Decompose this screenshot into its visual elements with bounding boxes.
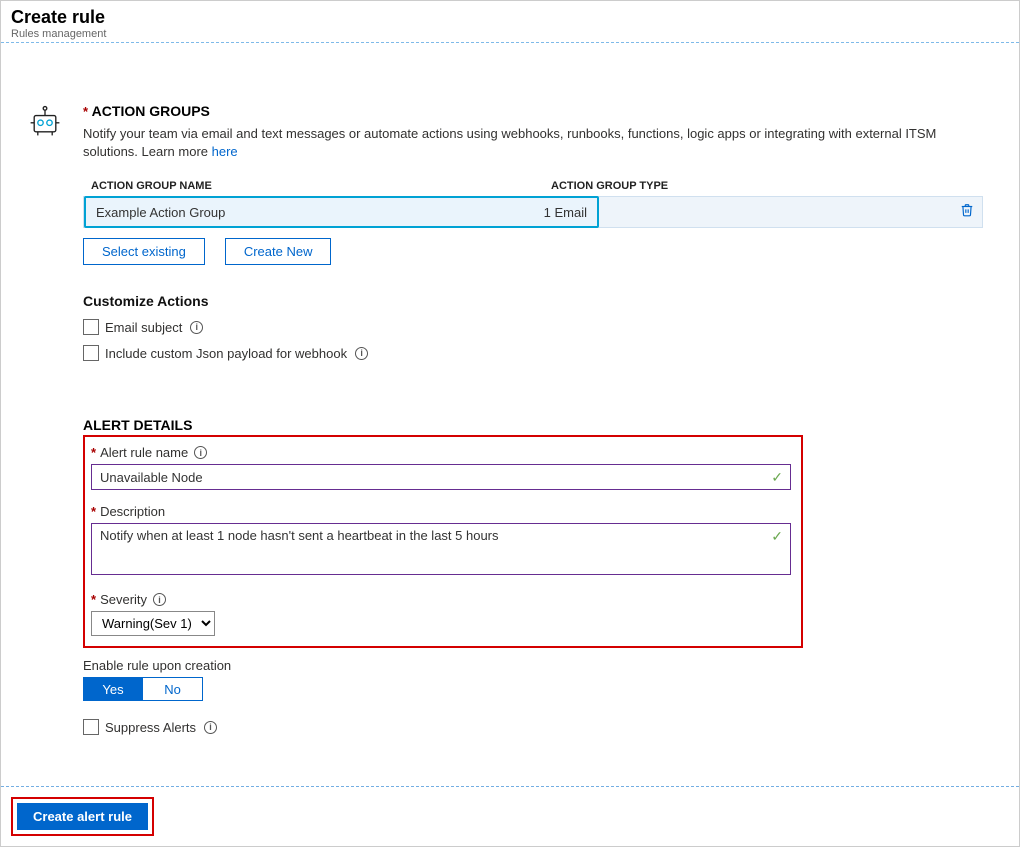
severity-label: Severity <box>100 592 147 607</box>
json-payload-checkbox[interactable] <box>83 345 99 361</box>
action-group-row[interactable]: Example Action Group 1 Email <box>83 196 983 228</box>
alert-rule-name-input[interactable] <box>91 464 791 490</box>
learn-more-link[interactable]: here <box>212 144 238 159</box>
action-groups-section: * ACTION GROUPS Notify your team via ema… <box>83 103 999 361</box>
col-header-type: ACTION GROUP TYPE <box>551 180 975 192</box>
severity-select[interactable]: Warning(Sev 1) <box>91 611 215 636</box>
create-new-button[interactable]: Create New <box>225 238 332 265</box>
email-subject-label: Email subject <box>105 320 182 335</box>
action-group-name: Example Action Group <box>96 205 544 220</box>
suppress-alerts-label: Suppress Alerts <box>105 720 196 735</box>
create-alert-rule-button[interactable]: Create alert rule <box>17 803 148 830</box>
col-header-name: ACTION GROUP NAME <box>91 180 551 192</box>
select-existing-button[interactable]: Select existing <box>83 238 205 265</box>
highlight-box: Create alert rule <box>11 797 154 836</box>
description-input[interactable] <box>91 523 791 575</box>
suppress-alerts-checkbox[interactable] <box>83 719 99 735</box>
page-header: Create rule Rules management <box>1 1 1019 40</box>
enable-no-button[interactable]: No <box>143 677 203 701</box>
description-label: Description <box>100 504 165 519</box>
info-icon[interactable]: i <box>355 347 368 360</box>
action-groups-description: Notify your team via email and text mess… <box>83 125 983 160</box>
divider <box>1 42 1019 43</box>
enable-rule-label: Enable rule upon creation <box>83 658 231 673</box>
delete-icon[interactable] <box>952 203 982 221</box>
required-marker: * <box>83 104 92 119</box>
page-title: Create rule <box>11 7 1009 28</box>
info-icon[interactable]: i <box>194 446 207 459</box>
enable-yes-button[interactable]: Yes <box>83 677 143 701</box>
action-groups-title: ACTION GROUPS <box>92 103 210 119</box>
enable-toggle: Yes No <box>83 677 803 701</box>
action-groups-table: ACTION GROUP NAME ACTION GROUP TYPE Exam… <box>83 180 983 228</box>
page-subtitle: Rules management <box>11 28 1009 40</box>
info-icon[interactable]: i <box>190 321 203 334</box>
customize-actions-title: Customize Actions <box>83 293 999 309</box>
info-icon[interactable]: i <box>153 593 166 606</box>
action-group-type: 1 Email <box>544 205 587 220</box>
alert-rule-name-label: Alert rule name <box>100 445 188 460</box>
info-icon[interactable]: i <box>204 721 217 734</box>
alert-details-title: ALERT DETAILS <box>83 417 803 433</box>
footer-bar: Create alert rule <box>1 786 1019 846</box>
json-payload-label: Include custom Json payload for webhook <box>105 346 347 361</box>
alert-details-section: ALERT DETAILS *Alert rule namei ✓ *Descr… <box>83 417 803 735</box>
highlight-box: *Alert rule namei ✓ *Description ✓ *Seve… <box>83 435 803 648</box>
robot-icon <box>27 103 63 139</box>
email-subject-checkbox[interactable] <box>83 319 99 335</box>
